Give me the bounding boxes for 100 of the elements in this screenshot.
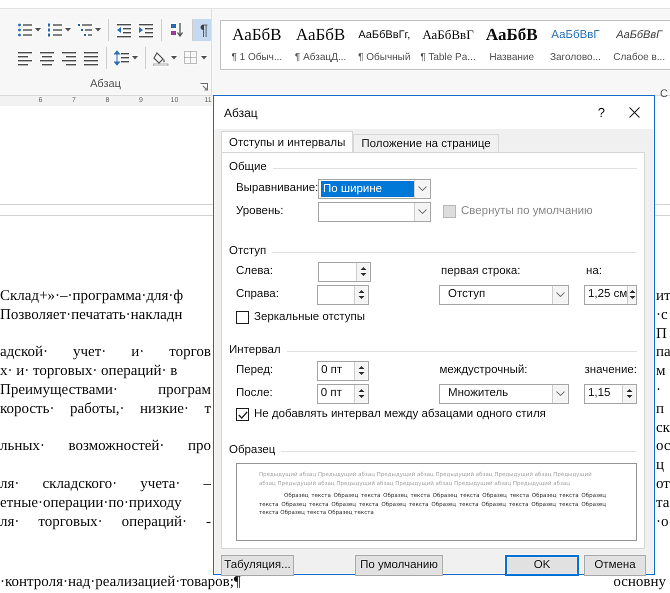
field-label: значение:: [584, 362, 637, 378]
checkbox-label: Свернуты по умолчанию: [461, 204, 593, 219]
style-name[interactable]: ¶ 1 Обыч...: [231, 50, 282, 65]
section-heading: Общие: [229, 160, 267, 176]
dropdown-field[interactable]: [318, 202, 431, 222]
field-label: Перед:: [236, 362, 274, 378]
spin-arrows-icon: [358, 365, 366, 376]
field-label: Уровень:: [236, 204, 284, 219]
spinner-field[interactable]: 0 пт: [316, 384, 369, 404]
group-label: С: [660, 87, 668, 102]
dialog-button[interactable]: OK: [505, 555, 579, 576]
text-fragment: ос: [656, 437, 670, 456]
style-name[interactable]: Название: [489, 50, 534, 65]
dialog-launcher-icon[interactable]: [200, 83, 208, 91]
spin-arrows-icon: [360, 266, 367, 277]
text-fragment: ц: [656, 456, 666, 475]
text-fragment: ит: [656, 287, 670, 306]
group-label: Абзац: [90, 76, 121, 92]
align-right-icon: [61, 50, 77, 66]
justify-icon: [83, 50, 99, 66]
caret-icon: [132, 56, 138, 60]
align-center-icon: [39, 50, 55, 66]
text-fragment: ·о: [656, 512, 670, 532]
field-label: Выравнивание:: [236, 180, 318, 196]
spinner-field[interactable]: 0 пт: [317, 360, 370, 380]
section-heading: Образец: [229, 443, 276, 458]
tab[interactable]: Положение на странице: [353, 134, 499, 152]
spin-arrows-icon: [628, 289, 636, 300]
style-name[interactable]: ¶ Обычный: [358, 50, 410, 65]
text-fragment: ·: [656, 380, 662, 400]
checkbox[interactable]: [236, 311, 249, 324]
text-line: адской· учет· и· торгов: [0, 343, 211, 362]
caret-icon: [65, 28, 71, 32]
multilevel-list-icon: [77, 22, 93, 38]
dropdown-field[interactable]: Отступ: [439, 284, 569, 304]
text-line: х· и· торговых· операций· в: [0, 362, 178, 381]
caret-icon: [95, 28, 101, 32]
dialog-button[interactable]: По умолчанию: [355, 555, 443, 576]
spinner-field[interactable]: [316, 284, 369, 304]
text-line: Склад+»·–·программа·для·ф: [0, 287, 184, 306]
line-spacing-icon: [114, 50, 130, 66]
text-fragment: от: [656, 474, 670, 494]
style-name[interactable]: Слабое в...: [613, 50, 666, 65]
increase-indent-icon: [138, 22, 154, 38]
spinner-field[interactable]: 1,15: [584, 384, 637, 404]
text-fragment: П: [656, 324, 668, 344]
text-fragment: п: [656, 400, 666, 419]
bullets-icon: [17, 22, 33, 38]
show-marks-button[interactable]: ¶: [192, 19, 212, 41]
text-line: корость· работы,· низкие· т: [0, 400, 211, 419]
field-label: Справа:: [236, 286, 280, 302]
dialog-button[interactable]: Отмена: [584, 555, 646, 576]
line-spacing-button[interactable]: [106, 47, 141, 69]
text-line: етные·операции·по·приходу: [0, 494, 183, 513]
dropdown-field[interactable]: По ширине: [318, 178, 431, 198]
text-line: Позволяет·печатать·накладн: [0, 306, 184, 325]
text-line: ля· складского· учета· –: [0, 474, 211, 494]
field-label: Слева:: [236, 264, 274, 279]
field-label: После:: [236, 386, 274, 401]
spin-arrows-icon: [358, 388, 365, 399]
style-name[interactable]: Заголово...: [550, 50, 601, 65]
style-name[interactable]: ¶ АбзацД...: [294, 50, 346, 65]
spinner-field[interactable]: 1,25 см: [584, 284, 637, 304]
caret-icon: [171, 56, 177, 60]
checkbox-label: Не добавлять интервал между абзацами одного стиля: [254, 406, 546, 422]
dialog-button[interactable]: Табуляция...: [221, 555, 294, 576]
help-button[interactable]: ?: [598, 102, 605, 122]
text-fragment: ск: [656, 418, 670, 438]
field-label: на:: [586, 264, 602, 279]
section-heading: Отступ: [229, 244, 266, 260]
checkbox-label: Зеркальные отступы: [254, 310, 365, 325]
spin-arrows-icon: [358, 289, 365, 300]
paint-bucket-icon: [153, 50, 169, 66]
tab[interactable]: Отступы и интервалы: [221, 131, 354, 152]
style-preview[interactable]: АаБбВвГ: [616, 26, 662, 44]
align-left-icon: [17, 50, 33, 66]
text-line: ля· торговых· операций· -: [0, 512, 211, 532]
style-preview[interactable]: АаБбВ: [486, 26, 538, 44]
caret-icon: [201, 56, 207, 60]
style-preview[interactable]: АаБбВвГ: [422, 26, 474, 44]
close-icon[interactable]: [629, 107, 640, 118]
style-preview[interactable]: АаБбВ: [232, 26, 282, 44]
style-preview[interactable]: АаБбВвГг,: [358, 26, 410, 44]
borders-icon: [183, 50, 199, 66]
spinner-field[interactable]: [318, 262, 371, 282]
checkbox[interactable]: [236, 408, 249, 421]
text-fragment: та: [656, 494, 670, 513]
section-heading: Интервал: [229, 343, 281, 358]
caret-icon: [35, 28, 41, 32]
text-fragment: ·с: [656, 306, 669, 325]
shading-button[interactable]: [145, 47, 180, 69]
spin-arrows-icon: [626, 388, 633, 399]
dialog-title: Абзац: [224, 104, 258, 122]
style-preview[interactable]: АаБбВ: [296, 26, 346, 44]
dropdown-field[interactable]: Множитель: [439, 384, 569, 404]
style-preview[interactable]: АаБбВвГ: [551, 26, 600, 44]
decrease-indent-icon: [116, 22, 132, 38]
style-name[interactable]: ¶ Table Pa...: [420, 50, 476, 65]
field-label: первая строка:: [441, 264, 522, 279]
sort-icon: [169, 22, 185, 38]
